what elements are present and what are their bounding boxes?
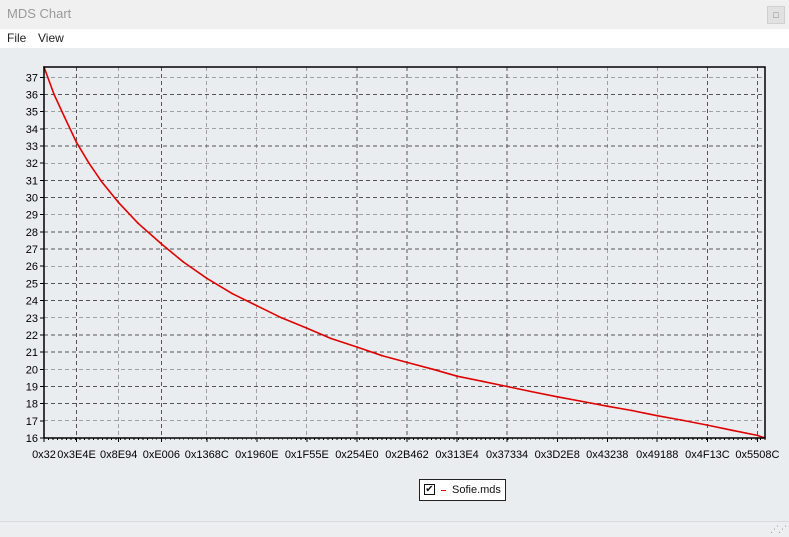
y-tick-label: 16	[26, 433, 38, 445]
legend-series-swatch	[441, 490, 446, 491]
data-point	[160, 243, 163, 245]
menu-bar: File View	[0, 29, 789, 48]
x-tick-label: 0x37334	[486, 449, 528, 461]
x-tick-label: 0x49188	[636, 449, 678, 461]
x-tick-label: 0x5508C	[735, 449, 779, 461]
y-tick-label: 26	[26, 261, 38, 273]
x-tick-label: 0x8E94	[100, 449, 137, 461]
y-tick-label: 34	[26, 124, 38, 136]
y-tick-label: 21	[26, 347, 38, 359]
x-axis-ticks: 0x32 0x3E4E 0x8E94 0xE006 0x1368C 0x1960E 0x1F…	[32, 438, 779, 461]
x-tick-label: 0x254E0	[335, 449, 378, 461]
data-point	[305, 327, 308, 329]
y-tick-label: 17	[26, 416, 38, 428]
data-point	[75, 141, 78, 144]
data-point	[506, 385, 508, 388]
x-tick-label: 0x2B462	[385, 449, 428, 461]
data-point	[63, 115, 66, 118]
data-point	[756, 434, 759, 437]
y-tick-label: 32	[26, 158, 38, 170]
x-tick-label: 0x4F13C	[685, 449, 730, 461]
data-point	[182, 261, 185, 263]
y-tick-label: 30	[26, 193, 38, 205]
data-point	[432, 368, 434, 371]
data-point	[255, 304, 258, 307]
y-tick-label: 27	[26, 244, 38, 256]
data-point	[606, 405, 609, 408]
legend-series-checkbox[interactable]: ✔	[424, 484, 435, 495]
x-tick-label: 0xE006	[143, 449, 180, 461]
data-point	[579, 400, 582, 402]
data-point	[329, 337, 332, 340]
resize-grip-icon[interactable]: ⋰⋰	[770, 524, 787, 535]
y-tick-label: 31	[26, 175, 38, 187]
data-point	[280, 316, 283, 319]
data-point	[356, 346, 358, 348]
data-point	[706, 424, 709, 426]
y-tick-label: 23	[26, 313, 38, 325]
x-tick-label: 0x1F55E	[285, 449, 329, 461]
data-point	[381, 354, 383, 357]
data-point	[406, 361, 408, 364]
menu-item-view[interactable]: View	[38, 31, 64, 45]
data-point	[88, 162, 90, 165]
data-point	[53, 93, 55, 96]
y-tick-label: 22	[26, 330, 38, 342]
chart-grid	[43, 67, 765, 439]
data-point	[137, 222, 140, 225]
y-tick-label: 37	[26, 72, 38, 84]
data-point	[556, 395, 559, 398]
data-point	[680, 419, 682, 421]
y-tick-label: 35	[26, 107, 38, 119]
x-tick-label: 0x32	[32, 449, 56, 461]
x-tick-label: 0x1368C	[185, 449, 229, 461]
menu-item-file[interactable]: File	[7, 31, 26, 45]
data-point	[481, 380, 484, 383]
y-tick-label: 28	[26, 227, 38, 239]
data-point	[117, 201, 120, 204]
window-close-button[interactable]: □	[767, 6, 785, 24]
y-tick-label: 18	[26, 399, 38, 411]
window-title-bar: MDS Chart □	[0, 0, 789, 29]
data-point	[456, 375, 458, 378]
data-point	[656, 414, 659, 417]
data-point	[530, 390, 533, 393]
data-point	[231, 292, 234, 295]
data-point	[100, 180, 103, 183]
data-point	[731, 429, 734, 432]
status-bar: ⋰⋰	[0, 521, 789, 537]
x-tick-label: 0x43238	[586, 449, 628, 461]
y-tick-label: 24	[26, 296, 38, 308]
chart-legend: ✔ Sofie.mds	[419, 479, 506, 501]
y-tick-label: 36	[26, 89, 38, 101]
data-point	[205, 277, 208, 280]
legend-series-label: Sofie.mds	[452, 484, 501, 496]
y-tick-label: 25	[26, 278, 38, 290]
y-tick-label: 20	[26, 364, 38, 376]
y-axis-ticks: 16 17 18 19 20 21 22 23 24 25 26 27 28 29 30 31 32 33 34 35…	[26, 72, 44, 445]
maximize-icon: □	[773, 10, 779, 20]
window-title: MDS Chart	[7, 6, 72, 21]
x-tick-label: 0x3E4E	[57, 449, 96, 461]
data-point	[630, 409, 633, 412]
x-tick-label: 0x3D2E8	[535, 449, 580, 461]
y-tick-label: 33	[26, 141, 38, 153]
y-tick-label: 19	[26, 381, 38, 393]
x-tick-label: 0x313E4	[435, 449, 478, 461]
y-tick-label: 29	[26, 210, 38, 222]
x-tick-label: 0x1960E	[235, 449, 278, 461]
chart-area: 16 17 18 19 20 21 22 23 24 25 26 27 28 29 30 31 32 33 34 35…	[26, 66, 779, 461]
